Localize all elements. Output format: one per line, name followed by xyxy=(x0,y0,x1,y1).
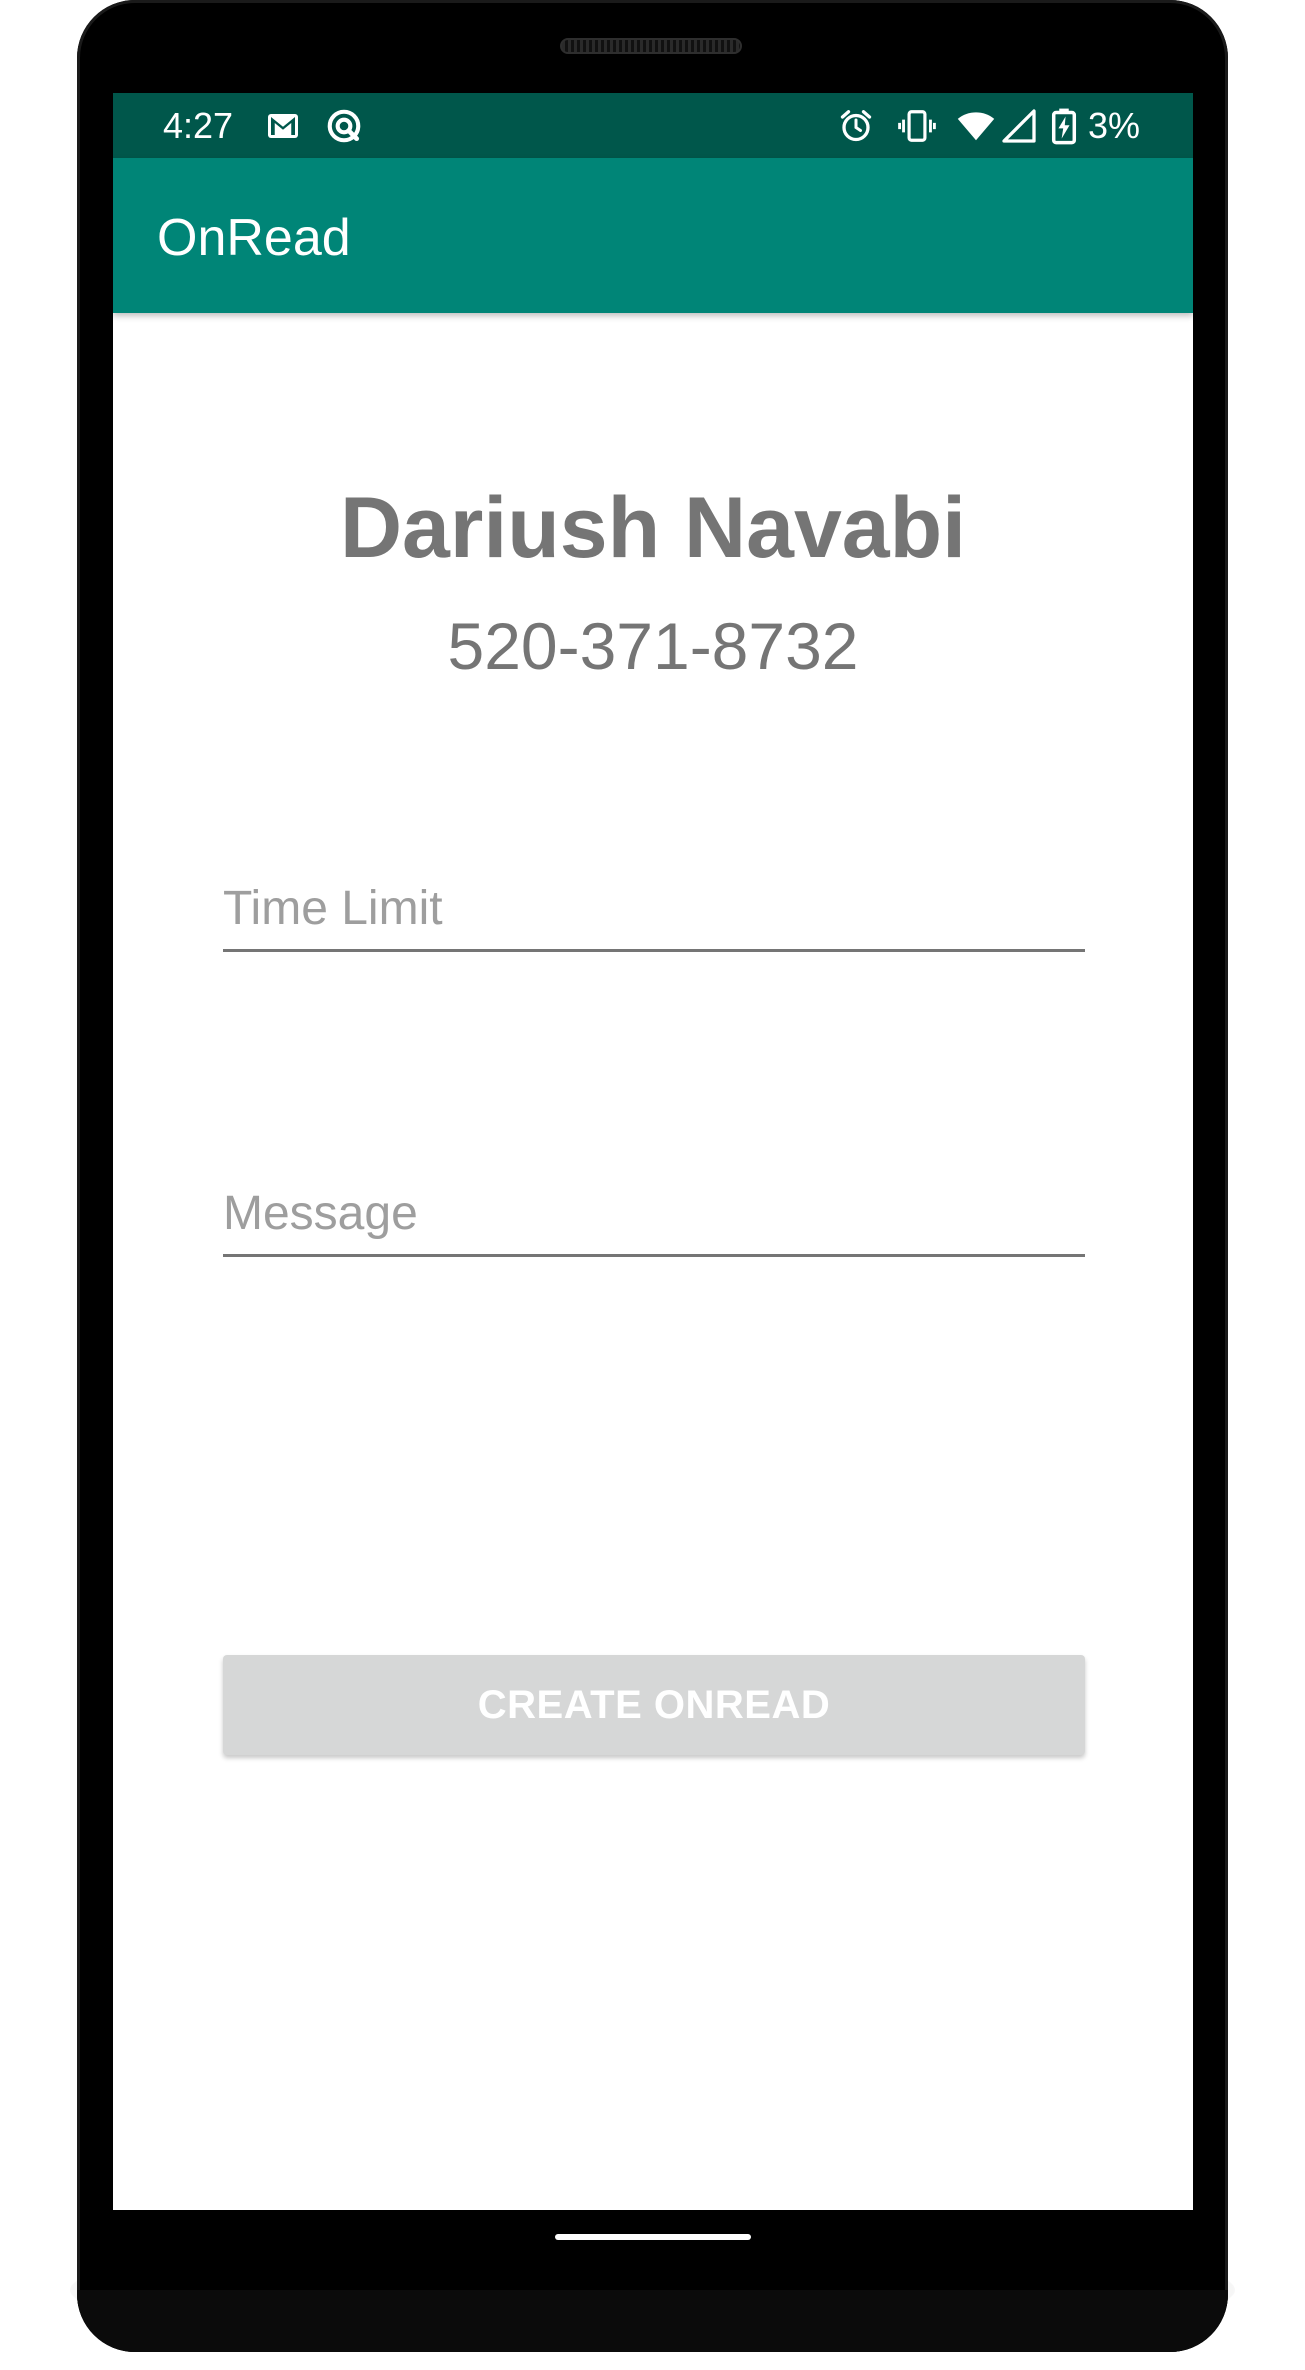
alarm-icon xyxy=(840,110,872,142)
status-bar: 4:27 3% xyxy=(113,93,1193,158)
app-title: OnRead xyxy=(157,209,351,267)
device-bottom-edge xyxy=(77,2290,1228,2352)
wifi-icon xyxy=(957,112,995,141)
page: 4:27 3% OnRead Dariush Navabi 520-371-87… xyxy=(0,0,1305,2370)
screen: 4:27 3% OnRead Dariush Navabi 520-371-87… xyxy=(113,93,1193,2210)
time-limit-input[interactable] xyxy=(223,873,1085,952)
gmail-icon xyxy=(268,114,298,138)
contact-phone: 520-371-8732 xyxy=(447,609,859,683)
earpiece-speaker xyxy=(560,38,742,54)
app-bar: OnRead xyxy=(113,158,1193,313)
contact-name: Dariush Navabi xyxy=(339,480,967,576)
home-indicator[interactable] xyxy=(555,2234,751,2240)
battery-charging-icon xyxy=(1051,108,1077,145)
create-onread-button[interactable]: CREATE ONREAD xyxy=(223,1655,1085,1755)
battery-percent: 3% xyxy=(1088,105,1141,146)
status-time: 4:27 xyxy=(163,105,234,146)
sync-icon xyxy=(327,109,361,143)
message-input[interactable] xyxy=(223,1178,1085,1257)
vibrate-icon xyxy=(898,110,936,142)
signal-icon xyxy=(1002,109,1036,143)
